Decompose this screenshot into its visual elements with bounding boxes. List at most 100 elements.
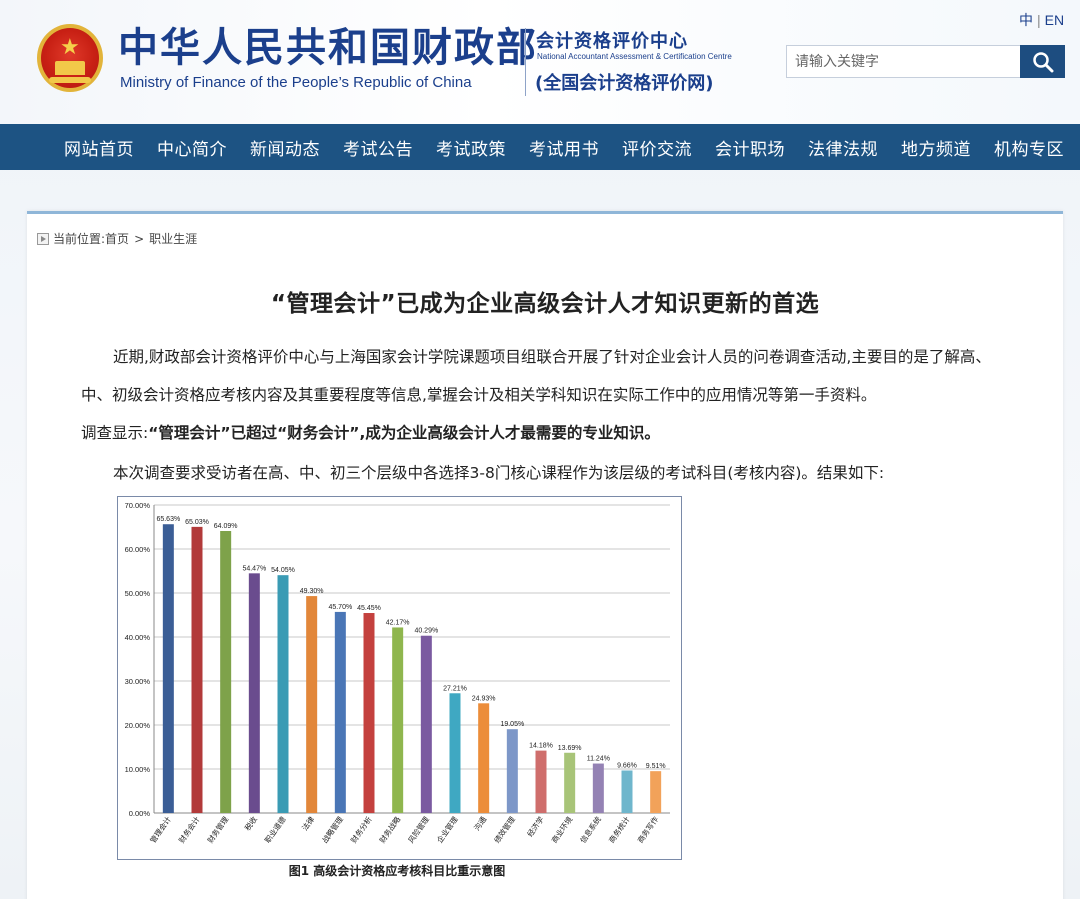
x-tick-label: 信息系统 (578, 814, 604, 845)
nav-item-0[interactable]: 网站首页 (64, 135, 134, 160)
breadcrumb-current-link[interactable]: 职业生涯 (149, 230, 197, 247)
x-tick-label: 绩效管理 (492, 814, 518, 845)
search-icon (1033, 52, 1054, 73)
chart-figure: 0.00% 10.00% 20.00% 30.00% 40.00% 50.00% 60.00… (117, 496, 682, 860)
x-tick-label: 战略管理 (320, 814, 346, 845)
y-tick-label: 50.00% (125, 589, 151, 598)
chart-caption: 图1 高级会计资格应考核科目比重示意图 (288, 864, 506, 878)
nav-item-4[interactable]: 考试政策 (436, 135, 506, 160)
data-label: 45.45% (357, 605, 381, 612)
data-label: 49.30% (300, 588, 324, 595)
survey-finding: “管理会计”已超过“财务会计”,成为企业高级会计人才最需要的专业知识。 (148, 424, 660, 442)
data-label: 13.69% (558, 745, 582, 752)
data-label: 65.03% (185, 519, 209, 526)
bar (621, 770, 633, 813)
center-name: 会计资格评价中心 (536, 31, 688, 52)
bar (306, 596, 318, 813)
x-tick-label: 财务战略 (377, 814, 403, 845)
data-label: 45.70% (328, 604, 352, 611)
breadcrumb-prefix: 当前位置: (53, 232, 106, 246)
x-tick-label: 商务写作 (635, 814, 661, 845)
x-tick-label: 沟通 (472, 814, 489, 832)
nav-item-5[interactable]: 考试用书 (529, 135, 599, 160)
article-paragraph-2: 调查显示:“管理会计”已超过“财务会计”,成为企业高级会计人才最需要的专业知识。 (81, 414, 1011, 452)
bar-chart: 0.00% 10.00% 20.00% 30.00% 40.00% 50.00% 60.00… (125, 501, 670, 845)
content-panel: 当前位置: 首页 > 职业生涯 “管理会计”已成为企业高级会计人才知识更新的首选… (27, 211, 1063, 899)
bar (220, 531, 232, 813)
bar (363, 613, 375, 813)
data-label: 54.05% (271, 567, 295, 574)
lang-chinese-link[interactable]: 中 (1019, 12, 1033, 28)
x-tick-label: 管理会计 (148, 814, 174, 845)
data-label: 54.47% (242, 565, 266, 572)
y-tick-label: 10.00% (125, 765, 151, 774)
nav-item-10[interactable]: 机构专区 (994, 135, 1064, 160)
y-tick-label: 30.00% (125, 677, 151, 686)
data-label: 40.29% (414, 628, 438, 635)
header-divider (525, 28, 526, 96)
data-label: 24.93% (472, 695, 496, 702)
breadcrumb-home-link[interactable]: 首页 (105, 230, 129, 247)
breadcrumb-separator: > (134, 231, 145, 246)
bar (392, 627, 404, 813)
data-label: 19.05% (500, 721, 524, 728)
x-tick-label: 职业道德 (262, 814, 288, 845)
survey-prefix: 调查显示: (81, 424, 149, 442)
y-tick-label: 0.00% (129, 809, 151, 818)
article-paragraph-1: 近期,财政部会计资格评价中心与上海国家会计学院课题项目组联合开展了针对企业会计人… (81, 348, 991, 404)
bar (592, 763, 604, 813)
search-input[interactable] (786, 45, 1022, 78)
bar (650, 771, 662, 813)
bar (191, 526, 203, 813)
x-tick-label: 企业管理 (434, 814, 460, 845)
site-header: ★ 中华人民共和国财政部 Ministry of Finance of the … (0, 0, 1080, 124)
x-tick-label: 税收 (242, 814, 259, 832)
bar (248, 573, 260, 813)
bar (162, 524, 174, 813)
data-label: 9.66% (617, 762, 637, 769)
data-label: 64.09% (214, 523, 238, 530)
bar (420, 635, 432, 813)
article-paragraph-3: 本次调查要求受访者在高、中、初三个层级中各选择3-8门核心课程作为该层级的考试科… (113, 464, 885, 482)
x-tick-label: 经济学 (525, 814, 546, 839)
data-label: 27.21% (443, 685, 467, 692)
x-tick-label: 法律 (300, 814, 317, 832)
bar (506, 729, 518, 813)
site-title[interactable]: 中华人民共和国财政部 (118, 24, 538, 72)
nav-item-6[interactable]: 评价交流 (622, 135, 692, 160)
y-tick-label: 40.00% (125, 633, 151, 642)
nav-item-3[interactable]: 考试公告 (343, 135, 413, 160)
nav-item-7[interactable]: 会计职场 (715, 135, 785, 160)
nav-item-8[interactable]: 法律法规 (808, 135, 878, 160)
star-icon: ★ (60, 35, 80, 60)
y-tick-label: 20.00% (125, 721, 151, 730)
lang-separator: | (1037, 12, 1041, 28)
location-icon (37, 232, 49, 245)
site-title-english[interactable]: Ministry of Finance of the People’s Repu… (120, 74, 472, 91)
bar (564, 752, 576, 813)
nav-item-2[interactable]: 新闻动态 (250, 135, 320, 160)
nav-item-9[interactable]: 地方频道 (901, 135, 971, 160)
search-button[interactable] (1020, 45, 1065, 78)
data-label: 42.17% (386, 619, 410, 626)
article-title: “管理会计”已成为企业高级会计人才知识更新的首选 (270, 291, 820, 317)
data-label: 14.18% (529, 743, 553, 750)
y-tick-label: 60.00% (125, 545, 151, 554)
data-label: 65.63% (156, 516, 180, 523)
y-tick-label: 70.00% (125, 501, 151, 510)
nav-item-1[interactable]: 中心简介 (157, 135, 227, 160)
bar (535, 750, 547, 813)
bar (334, 611, 346, 813)
x-tick-label: 商务统计 (606, 814, 632, 845)
x-tick-label: 财务分析 (348, 814, 374, 845)
bar (449, 693, 461, 813)
center-name-english: National Accountant Assessment & Certifi… (537, 52, 732, 61)
bar (277, 575, 289, 813)
language-switcher: 中 | EN (1019, 10, 1064, 30)
x-tick-label: 财务管理 (205, 814, 231, 845)
data-label: 9.51% (646, 763, 666, 770)
bar (478, 703, 490, 813)
lang-english-link[interactable]: EN (1045, 12, 1064, 28)
center-subtitle: (全国会计资格评价网) (535, 73, 714, 94)
national-emblem-logo[interactable]: ★ (37, 24, 103, 92)
